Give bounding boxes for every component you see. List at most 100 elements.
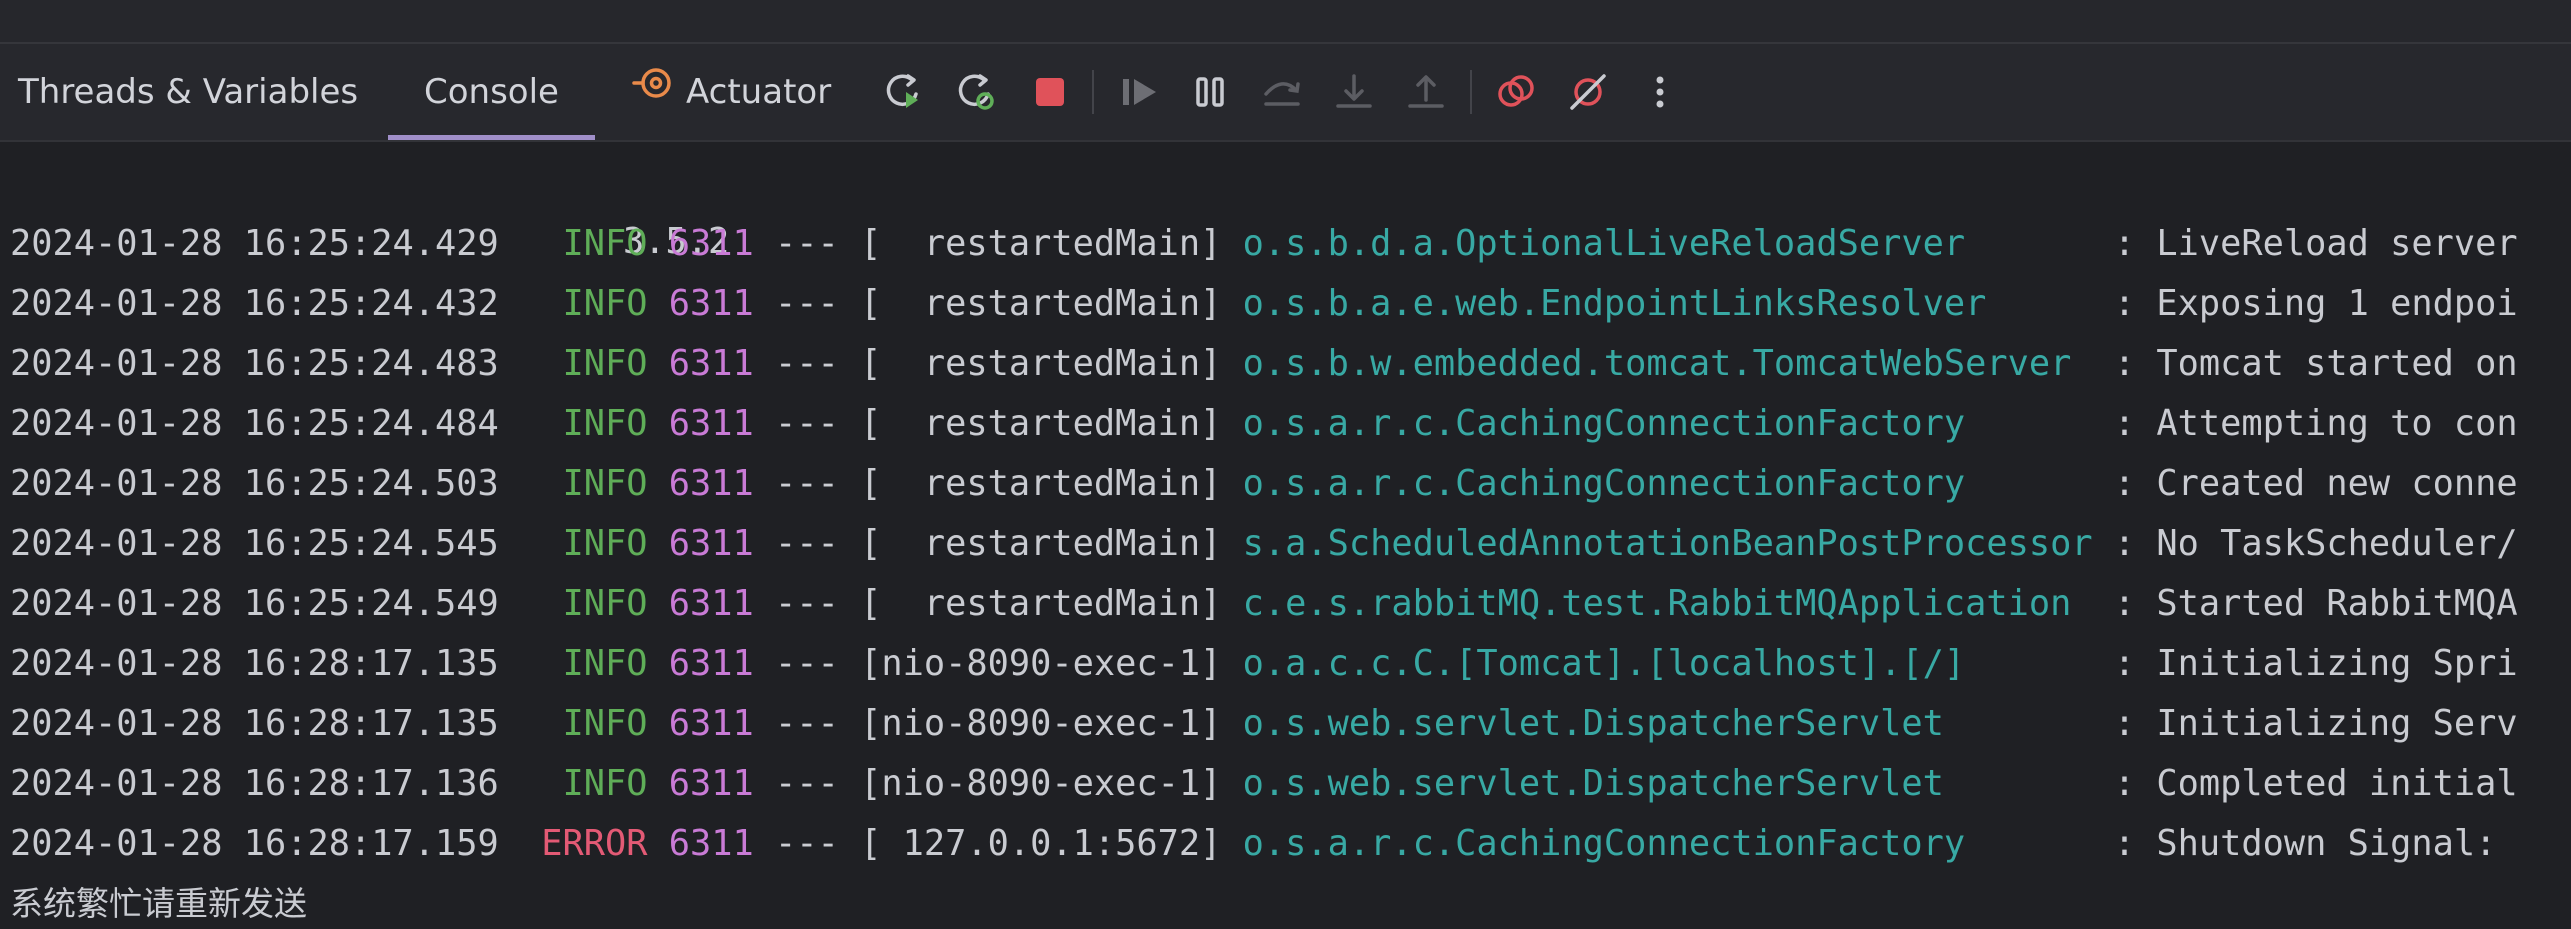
window-top-bar (0, 0, 2571, 44)
log-timestamp: 2024-01-28 16:25:24.549 (10, 583, 521, 624)
log-level: INFO (520, 703, 669, 744)
log-level: INFO (520, 283, 669, 324)
step-over-button[interactable] (1258, 68, 1306, 116)
log-message: : Completed initial (2113, 763, 2518, 804)
log-thread: [ restartedMain] (860, 283, 1243, 324)
log-line: 2024-01-28 16:28:17.135 INFO 6311 --- [n… (10, 634, 2518, 694)
log-level: ERROR (520, 823, 669, 864)
log-separator: --- (775, 223, 861, 264)
tab-threads-variables[interactable]: Threads & Variables (18, 44, 358, 140)
log-logger: o.a.c.c.C.[Tomcat].[localhost].[/] (1242, 643, 2114, 684)
resume-icon (1123, 79, 1156, 105)
tab-actuator-label: Actuator (686, 72, 832, 112)
rerun-icon (886, 74, 918, 108)
log-line: 2024-01-28 16:25:24.483 INFO 6311 --- [ … (10, 334, 2518, 394)
log-message: : Initializing Serv (2113, 703, 2518, 744)
log-timestamp: 2024-01-28 16:25:24.545 (10, 523, 521, 564)
more-icon (1656, 76, 1664, 108)
log-separator: --- (775, 283, 861, 324)
log-level: INFO (520, 223, 669, 264)
log-level: INFO (520, 343, 669, 384)
log-timestamp: 2024-01-28 16:28:17.136 (10, 763, 521, 804)
log-separator: --- (775, 643, 861, 684)
step-out-button[interactable] (1402, 68, 1450, 116)
log-line: 2024-01-28 16:25:24.545 INFO 6311 --- [ … (10, 514, 2518, 574)
log-thread: [nio-8090-exec-1] (860, 763, 1243, 804)
log-thread: [nio-8090-exec-1] (860, 643, 1243, 684)
log-thread: [ 127.0.0.1:5672] (860, 823, 1243, 864)
mute-breakpoints-button[interactable] (1564, 68, 1612, 116)
log-thread: [ restartedMain] (860, 343, 1243, 384)
more-options-button[interactable] (1636, 68, 1684, 116)
log-separator: --- (775, 463, 861, 504)
log-pid: 6311 (668, 403, 776, 444)
resume-button[interactable] (1116, 68, 1164, 116)
log-timestamp: 2024-01-28 16:28:17.159 (10, 823, 521, 864)
log-level: INFO (520, 583, 669, 624)
log-timestamp: 2024-01-28 16:25:24.432 (10, 283, 521, 324)
log-timestamp: 2024-01-28 16:25:24.429 (10, 223, 521, 264)
log-logger: c.e.s.rabbitMQ.test.RabbitMQApplication (1242, 583, 2114, 624)
log-timestamp: 2024-01-28 16:28:17.135 (10, 643, 521, 684)
trailing-message: 系统繁忙请重新发送 (10, 884, 307, 923)
view-breakpoints-icon (1498, 75, 1534, 107)
log-timestamp: 2024-01-28 16:25:24.484 (10, 403, 521, 444)
log-separator: --- (775, 703, 861, 744)
toolbar-separator (1092, 70, 1094, 114)
log-pid: 6311 (668, 703, 776, 744)
log-logger: o.s.web.servlet.DispatcherServlet (1242, 703, 2114, 744)
step-out-icon (1408, 75, 1444, 108)
log-message: : LiveReload server (2113, 223, 2518, 264)
log-thread: [ restartedMain] (860, 403, 1243, 444)
log-level: INFO (520, 403, 669, 444)
log-logger: o.s.b.a.e.web.EndpointLinksResolver (1242, 283, 2114, 324)
log-message: : Started RabbitMQA (2113, 583, 2518, 624)
log-separator: --- (775, 403, 861, 444)
tab-console-label: Console (424, 72, 559, 112)
log-thread: [nio-8090-exec-1] (860, 703, 1243, 744)
log-pid: 6311 (668, 463, 776, 504)
version-line: 3.5.2 (538, 152, 729, 262)
mute-breakpoints-icon (1570, 74, 1606, 110)
log-pid: 6311 (668, 223, 776, 264)
pause-button[interactable] (1186, 68, 1234, 116)
stop-button[interactable] (1026, 68, 1074, 116)
log-separator: --- (775, 763, 861, 804)
rerun-button[interactable] (880, 68, 928, 116)
log-line: 2024-01-28 16:25:24.484 INFO 6311 --- [ … (10, 394, 2518, 454)
debug-toolbar: Threads & Variables Console Actuator (0, 44, 2571, 142)
log-line: 2024-01-28 16:28:17.135 INFO 6311 --- [n… (10, 694, 2518, 754)
log-level: INFO (520, 763, 669, 804)
log-pid: 6311 (668, 583, 776, 624)
log-logger: o.s.b.w.embedded.tomcat.TomcatWebServer (1242, 343, 2114, 384)
log-thread: [ restartedMain] (860, 223, 1243, 264)
log-pid: 6311 (668, 823, 776, 864)
log-line: 2024-01-28 16:28:17.159 ERROR 6311 --- [… (10, 814, 2518, 874)
restart-button[interactable] (952, 68, 1000, 116)
log-logger: o.s.a.r.c.CachingConnectionFactory (1242, 403, 2114, 444)
toolbar-separator (1470, 70, 1472, 114)
log-pid: 6311 (668, 643, 776, 684)
tab-actuator[interactable]: Actuator (632, 44, 831, 140)
log-line: 2024-01-28 16:25:24.432 INFO 6311 --- [ … (10, 274, 2518, 334)
tab-console[interactable]: Console (388, 44, 595, 140)
log-line: 2024-01-28 16:25:24.503 INFO 6311 --- [ … (10, 454, 2518, 514)
pause-icon (1196, 77, 1224, 107)
log-message: : Shutdown Signal: (2113, 823, 2518, 864)
log-logger: o.s.a.r.c.CachingConnectionFactory (1242, 463, 2114, 504)
log-message: : Attempting to con (2113, 403, 2518, 444)
log-line: 2024-01-28 16:28:17.136 INFO 6311 --- [n… (10, 754, 2518, 814)
step-into-icon (1336, 74, 1372, 108)
stop-icon (1036, 78, 1064, 106)
log-logger: o.s.web.servlet.DispatcherServlet (1242, 763, 2114, 804)
actuator-icon (632, 46, 676, 142)
log-separator: --- (775, 583, 861, 624)
step-into-button[interactable] (1330, 68, 1378, 116)
log-level: INFO (520, 523, 669, 564)
log-level: INFO (520, 643, 669, 684)
console-output[interactable]: 3.5.2 2024-01-28 16:25:24.429 INFO 6311 … (0, 142, 2571, 929)
log-thread: [ restartedMain] (860, 463, 1243, 504)
log-level: INFO (520, 463, 669, 504)
log-pid: 6311 (668, 343, 776, 384)
view-breakpoints-button[interactable] (1492, 68, 1540, 116)
